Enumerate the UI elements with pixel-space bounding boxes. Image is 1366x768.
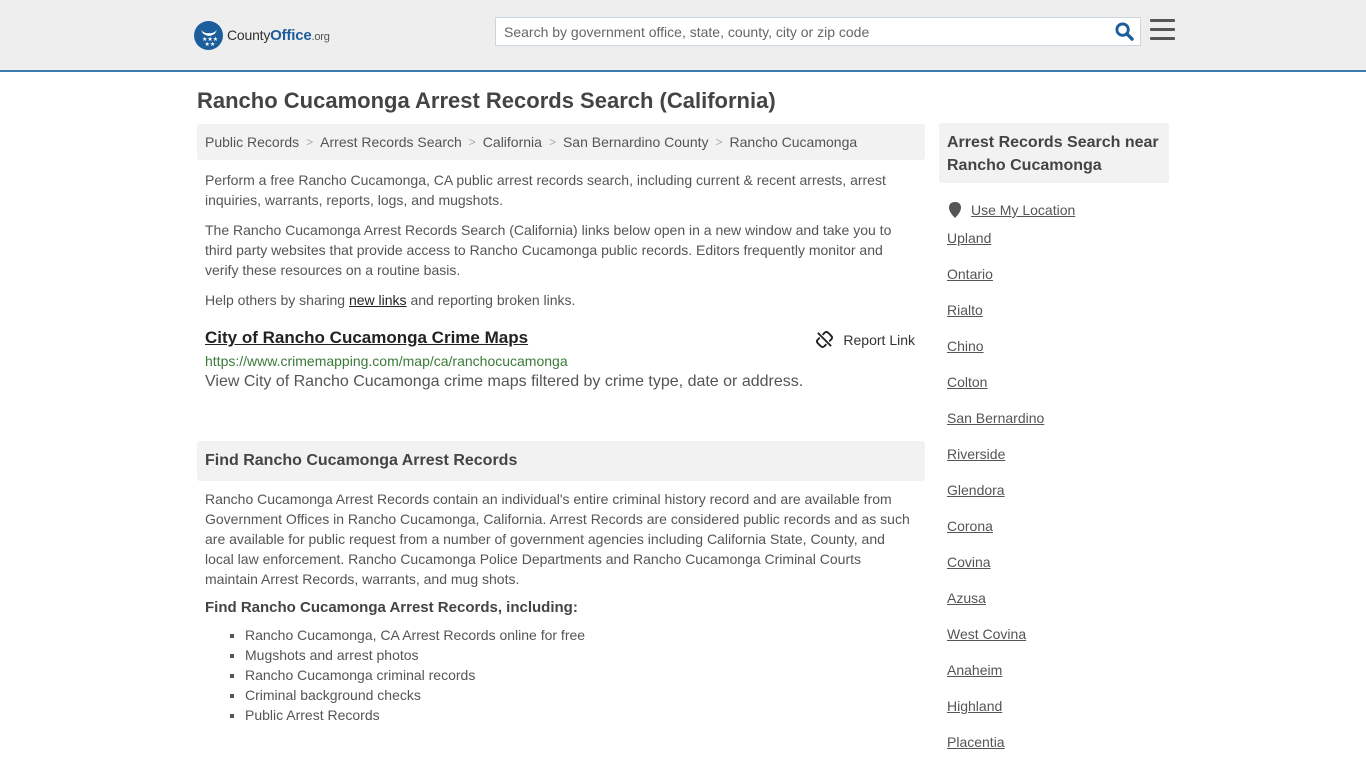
city-link-glendora[interactable]: Glendora bbox=[947, 482, 1005, 498]
share-paragraph: Help others by sharing new links and rep… bbox=[205, 292, 576, 308]
result-url: https://www.crimemapping.com/map/ca/ranc… bbox=[205, 353, 568, 369]
list-item: Chino bbox=[947, 338, 1169, 374]
report-link-button[interactable]: Report Link bbox=[816, 331, 915, 348]
intro-paragraph: Perform a free Rancho Cucamonga, CA publ… bbox=[205, 172, 886, 208]
list-item: Colton bbox=[947, 374, 1169, 410]
svg-text:★★: ★★ bbox=[204, 41, 215, 47]
city-link-highland[interactable]: Highland bbox=[947, 698, 1002, 714]
list-item: Riverside bbox=[947, 446, 1169, 482]
city-link-riverside[interactable]: Riverside bbox=[947, 446, 1005, 462]
sidebar-heading: Arrest Records Search near Rancho Cucamo… bbox=[939, 123, 1169, 183]
list-item: Glendora bbox=[947, 482, 1169, 518]
site-header: ★★★ ★★ CountyOffice.org bbox=[0, 0, 1366, 72]
page-title: Rancho Cucamonga Arrest Records Search (… bbox=[197, 88, 776, 113]
breadcrumb-california[interactable]: California bbox=[483, 134, 542, 150]
breadcrumb-san-bernardino-county[interactable]: San Bernardino County bbox=[563, 134, 709, 150]
sidebar: Arrest Records Search near Rancho Cucamo… bbox=[939, 123, 1169, 768]
breadcrumb-arrest-records-search[interactable]: Arrest Records Search bbox=[320, 134, 462, 150]
list-item: West Covina bbox=[947, 626, 1169, 662]
city-link-ontario[interactable]: Ontario bbox=[947, 266, 993, 282]
list-item: Upland bbox=[947, 230, 1169, 266]
result-item: City of Rancho Cucamonga Crime Maps Repo… bbox=[205, 328, 917, 391]
list-item: Anaheim bbox=[947, 662, 1169, 698]
list-item: Rancho Cucamonga criminal records bbox=[245, 665, 917, 685]
list-item: Public Arrest Records bbox=[245, 705, 917, 725]
search-input[interactable] bbox=[496, 18, 1108, 45]
search-button[interactable] bbox=[1108, 18, 1140, 45]
breadcrumb-rancho-cucamonga[interactable]: Rancho Cucamonga bbox=[730, 134, 858, 150]
search-icon bbox=[1114, 22, 1134, 41]
breadcrumb-public-records[interactable]: Public Records bbox=[205, 134, 299, 150]
search-bar bbox=[495, 17, 1141, 46]
breadcrumb-separator: > bbox=[306, 135, 314, 149]
list-item: Criminal background checks bbox=[245, 685, 917, 705]
city-link-covina[interactable]: Covina bbox=[947, 554, 991, 570]
section-paragraph: Rancho Cucamonga Arrest Records contain … bbox=[205, 491, 910, 587]
hamburger-menu-icon[interactable] bbox=[1150, 19, 1175, 41]
logo-wordmark: CountyOffice.org bbox=[227, 27, 330, 44]
new-links-link[interactable]: new links bbox=[349, 292, 407, 308]
section-heading: Find Rancho Cucamonga Arrest Records bbox=[197, 441, 925, 481]
intro-content: Perform a free Rancho Cucamonga, CA publ… bbox=[205, 170, 917, 320]
records-list: Rancho Cucamonga, CA Arrest Records onli… bbox=[245, 625, 917, 725]
result-title-link[interactable]: City of Rancho Cucamonga Crime Maps bbox=[205, 328, 528, 347]
breadcrumb: Public Records > Arrest Records Search >… bbox=[197, 124, 925, 160]
city-link-rialto[interactable]: Rialto bbox=[947, 302, 983, 318]
use-my-location[interactable]: Use My Location bbox=[949, 202, 1169, 218]
city-link-anaheim[interactable]: Anaheim bbox=[947, 662, 1002, 678]
disclaimer-paragraph: The Rancho Cucamonga Arrest Records Sear… bbox=[205, 222, 892, 278]
result-description: View City of Rancho Cucamonga crime maps… bbox=[205, 373, 804, 390]
list-item: Placentia bbox=[947, 734, 1169, 768]
city-link-corona[interactable]: Corona bbox=[947, 518, 993, 534]
list-item: San Bernardino bbox=[947, 410, 1169, 446]
site-logo[interactable]: ★★★ ★★ CountyOffice.org bbox=[194, 21, 330, 50]
city-link-san-bernardino[interactable]: San Bernardino bbox=[947, 410, 1044, 426]
list-item: Rialto bbox=[947, 302, 1169, 338]
city-link-colton[interactable]: Colton bbox=[947, 374, 987, 390]
section-subheading: Find Rancho Cucamonga Arrest Records, in… bbox=[205, 599, 578, 616]
city-link-placentia[interactable]: Placentia bbox=[947, 734, 1005, 750]
breadcrumb-separator: > bbox=[468, 135, 476, 149]
list-item: Ontario bbox=[947, 266, 1169, 302]
list-item: Highland bbox=[947, 698, 1169, 734]
city-link-azusa[interactable]: Azusa bbox=[947, 590, 986, 606]
eagle-stars-logo-icon: ★★★ ★★ bbox=[194, 21, 223, 50]
section-content: Rancho Cucamonga Arrest Records contain … bbox=[205, 489, 917, 725]
city-link-west-covina[interactable]: West Covina bbox=[947, 626, 1026, 642]
list-item: Covina bbox=[947, 554, 1169, 590]
list-item: Mugshots and arrest photos bbox=[245, 645, 917, 665]
use-my-location-link[interactable]: Use My Location bbox=[971, 202, 1075, 218]
broken-link-icon bbox=[816, 331, 834, 348]
list-item: Azusa bbox=[947, 590, 1169, 626]
map-pin-icon bbox=[949, 202, 961, 218]
city-link-upland[interactable]: Upland bbox=[947, 230, 991, 246]
breadcrumb-separator: > bbox=[548, 135, 556, 149]
nearby-cities-list: Upland Ontario Rialto Chino Colton San B… bbox=[947, 230, 1169, 768]
list-item: Corona bbox=[947, 518, 1169, 554]
breadcrumb-separator: > bbox=[715, 135, 723, 149]
list-item: Rancho Cucamonga, CA Arrest Records onli… bbox=[245, 625, 917, 645]
city-link-chino[interactable]: Chino bbox=[947, 338, 984, 354]
